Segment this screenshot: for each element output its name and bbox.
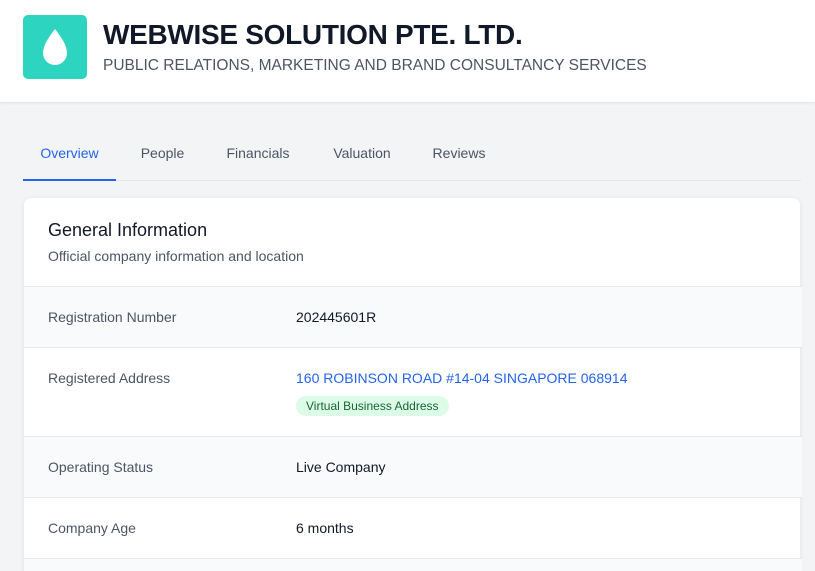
operating-status-value: Live Company: [296, 459, 386, 475]
general-information-card: General Information Official company inf…: [23, 197, 802, 571]
info-row-operating-status: Operating Status Live Company: [24, 436, 802, 497]
card-subtitle: Official company information and locatio…: [48, 248, 304, 264]
tab-valuation[interactable]: Valuation: [317, 126, 407, 181]
row-label: Registration Number: [48, 309, 177, 325]
droplet-icon: [43, 29, 67, 65]
tab-reviews[interactable]: Reviews: [419, 126, 499, 181]
company-tagline: PUBLIC RELATIONS, MARKETING AND BRAND CO…: [103, 57, 647, 74]
row-label: Company Age: [48, 520, 136, 536]
company-age-value: 6 months: [296, 520, 354, 536]
info-row-next: [24, 558, 802, 571]
tab-people[interactable]: People: [126, 126, 199, 181]
info-row-registration-number: Registration Number 202445601R: [24, 286, 802, 347]
row-label: Registered Address: [48, 370, 171, 386]
row-label: Operating Status: [48, 459, 154, 475]
tab-financials[interactable]: Financials: [211, 126, 305, 181]
registration-number-value: 202445601R: [296, 309, 377, 325]
company-logo: [23, 15, 87, 79]
tab-overview[interactable]: Overview: [23, 126, 116, 181]
card-title: General Information: [48, 220, 208, 240]
info-row-company-age: Company Age 6 months: [24, 497, 802, 558]
tab-bar: Overview People Financials Valuation Rev…: [23, 126, 801, 181]
info-row-registered-address: Registered Address 160 ROBINSON ROAD #14…: [24, 347, 802, 436]
company-name: WEBWISE SOLUTION PTE. LTD.: [103, 19, 523, 50]
company-header: WEBWISE SOLUTION PTE. LTD. PUBLIC RELATI…: [0, 0, 815, 103]
registered-address-link[interactable]: 160 ROBINSON ROAD #14-04 SINGAPORE 06891…: [296, 370, 627, 386]
virtual-address-badge: Virtual Business Address: [296, 396, 449, 416]
